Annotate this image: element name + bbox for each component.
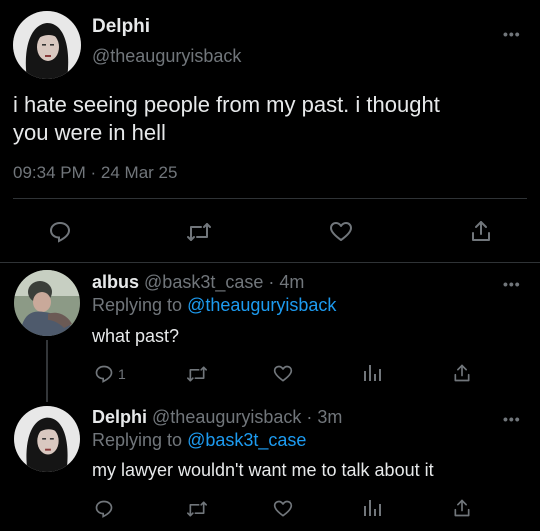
more-icon[interactable]: ••• — [503, 26, 521, 42]
like-icon[interactable] — [273, 499, 293, 519]
avatar[interactable] — [14, 406, 80, 472]
like-icon[interactable] — [329, 220, 353, 244]
reply-time: 3m — [317, 407, 343, 427]
tweet-text-line-2: you were in hell — [13, 120, 166, 145]
tweet-timestamp: 09:34 PM · 24 Mar 25 — [13, 163, 177, 183]
analytics-icon[interactable] — [362, 498, 382, 518]
reply-time: 4m — [279, 272, 305, 292]
share-icon[interactable] — [452, 498, 472, 518]
divider — [13, 198, 527, 199]
replying-to-label: Replying to — [92, 295, 183, 315]
more-icon[interactable]: ••• — [503, 276, 521, 292]
replying-to: Replying to @theauguryisback — [92, 295, 336, 316]
replying-to-link[interactable]: @theauguryisback — [187, 295, 336, 315]
author-handle[interactable]: @theauguryisback — [92, 46, 241, 67]
tweet-time: 09:34 PM — [13, 163, 86, 182]
replying-to-link[interactable]: @bask3t_case — [187, 430, 306, 450]
divider — [0, 262, 540, 263]
more-icon[interactable]: ••• — [503, 411, 521, 427]
timestamp-separator: · — [90, 163, 97, 182]
share-icon[interactable] — [452, 363, 472, 383]
retweet-icon[interactable] — [186, 220, 212, 244]
retweet-icon[interactable] — [186, 499, 208, 519]
author-name[interactable]: Delphi — [92, 16, 150, 38]
header-separator: · — [268, 272, 275, 292]
reply-icon[interactable] — [94, 364, 114, 384]
author-handle[interactable]: @bask3t_case — [144, 272, 263, 292]
tweet-text-line-1: i hate seeing people from my past. i tho… — [13, 92, 440, 117]
reply-count: 1 — [118, 366, 126, 382]
reply-header: Delphi @theauguryisback · 3m — [92, 407, 342, 428]
analytics-icon[interactable] — [362, 363, 382, 383]
author-handle[interactable]: @theauguryisback — [152, 407, 301, 427]
header-separator: · — [306, 407, 313, 427]
reply-header: albus @bask3t_case · 4m — [92, 272, 304, 293]
reply-text: what past? — [92, 326, 180, 346]
retweet-icon[interactable] — [186, 364, 208, 384]
tweet-date: 24 Mar 25 — [100, 163, 178, 182]
author-name[interactable]: albus — [92, 272, 139, 292]
thread-line — [46, 340, 48, 402]
author-name[interactable]: Delphi — [92, 407, 147, 427]
replying-to-label: Replying to — [92, 430, 183, 450]
share-icon[interactable] — [469, 219, 493, 243]
reply-icon[interactable] — [48, 220, 72, 244]
reply-icon[interactable] — [94, 499, 114, 519]
replying-to: Replying to @bask3t_case — [92, 430, 306, 451]
reply-text: my lawyer wouldn't want me to talk about… — [92, 460, 434, 480]
avatar[interactable] — [13, 11, 81, 79]
avatar[interactable] — [14, 270, 80, 336]
like-icon[interactable] — [273, 364, 293, 384]
